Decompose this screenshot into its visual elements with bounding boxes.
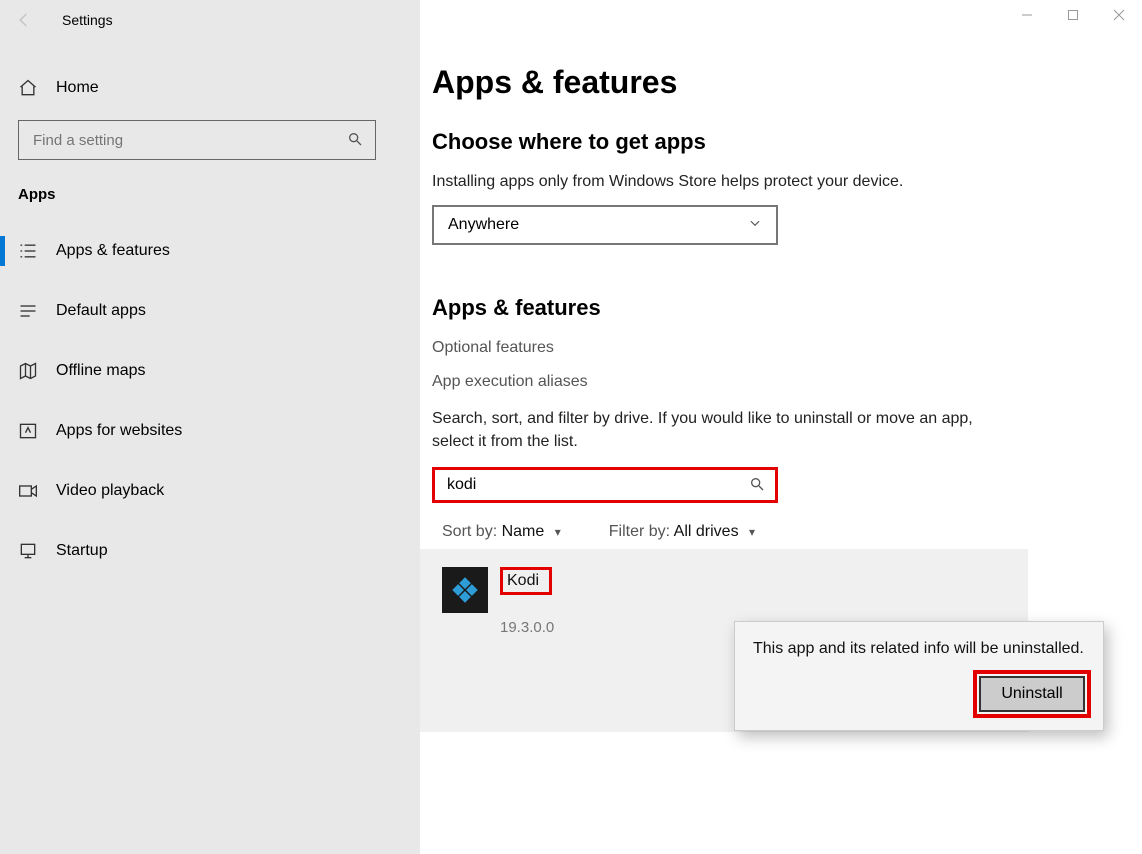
kodi-icon [442, 567, 488, 613]
app-list-search[interactable] [432, 467, 778, 503]
filter-by-label: Filter by: [609, 523, 670, 540]
sort-by-label: Sort by: [442, 523, 497, 540]
sidebar-item-label: Apps for websites [56, 422, 182, 440]
app-source-value: Anywhere [448, 216, 519, 234]
apps-for-websites-icon [18, 421, 38, 441]
window-title: Settings [62, 12, 113, 28]
chevron-down-icon: ▾ [555, 525, 561, 539]
filter-by-control[interactable]: Filter by: All drives ▾ [609, 523, 755, 541]
default-apps-icon [18, 301, 38, 321]
app-source-select[interactable]: Anywhere [432, 205, 778, 245]
optional-features-link[interactable]: Optional features [432, 339, 1132, 357]
sidebar-search-input[interactable] [31, 131, 347, 150]
uninstall-confirm-popup: This app and its related info will be un… [734, 621, 1104, 731]
filter-description: Search, sort, and filter by drive. If yo… [432, 407, 992, 453]
sidebar-item-startup[interactable]: Startup [0, 521, 420, 581]
filter-by-value: All drives [674, 523, 739, 540]
page-title: Apps & features [432, 64, 1132, 101]
sort-by-control[interactable]: Sort by: Name ▾ [442, 523, 561, 541]
choose-apps-hint: Installing apps only from Windows Store … [432, 173, 1132, 191]
home-icon [18, 78, 38, 98]
app-version: 19.3.0.0 [500, 619, 554, 636]
sort-by-value: Name [502, 523, 545, 540]
sidebar-section-label: Apps [0, 180, 420, 221]
startup-icon [18, 541, 38, 561]
sidebar-item-label: Apps & features [56, 242, 170, 260]
sidebar-item-apps-for-websites[interactable]: Apps for websites [0, 401, 420, 461]
sidebar-item-label: Offline maps [56, 362, 146, 380]
back-button[interactable] [14, 10, 34, 30]
minimize-button[interactable] [1004, 0, 1050, 30]
popup-uninstall-button[interactable]: Uninstall [979, 676, 1085, 712]
maximize-button[interactable] [1050, 0, 1096, 30]
choose-apps-heading: Choose where to get apps [432, 129, 1132, 155]
sidebar-item-offline-maps[interactable]: Offline maps [0, 341, 420, 401]
close-button[interactable] [1096, 0, 1142, 30]
sidebar-item-default-apps[interactable]: Default apps [0, 281, 420, 341]
sidebar-item-label: Default apps [56, 302, 146, 320]
sidebar-home[interactable]: Home [0, 66, 420, 110]
video-playback-icon [18, 481, 38, 501]
app-name: Kodi [500, 567, 552, 595]
offline-maps-icon [18, 361, 38, 381]
sidebar-item-apps-features[interactable]: Apps & features [0, 221, 420, 281]
chevron-down-icon: ▾ [749, 525, 755, 539]
app-execution-aliases-link[interactable]: App execution aliases [432, 373, 1132, 391]
sidebar-item-video-playback[interactable]: Video playback [0, 461, 420, 521]
search-icon [347, 131, 363, 150]
chevron-down-icon [748, 216, 762, 235]
apps-features-subheading: Apps & features [432, 295, 1132, 321]
popup-message: This app and its related info will be un… [753, 638, 1085, 660]
sidebar-item-label: Video playback [56, 482, 164, 500]
home-label: Home [56, 79, 99, 97]
sidebar: Settings Home Apps Apps & features [0, 0, 420, 854]
search-icon [749, 476, 765, 495]
apps-features-icon [18, 241, 38, 261]
app-list-search-input[interactable] [445, 475, 749, 495]
sidebar-search[interactable] [18, 120, 376, 160]
sidebar-item-label: Startup [56, 542, 108, 560]
